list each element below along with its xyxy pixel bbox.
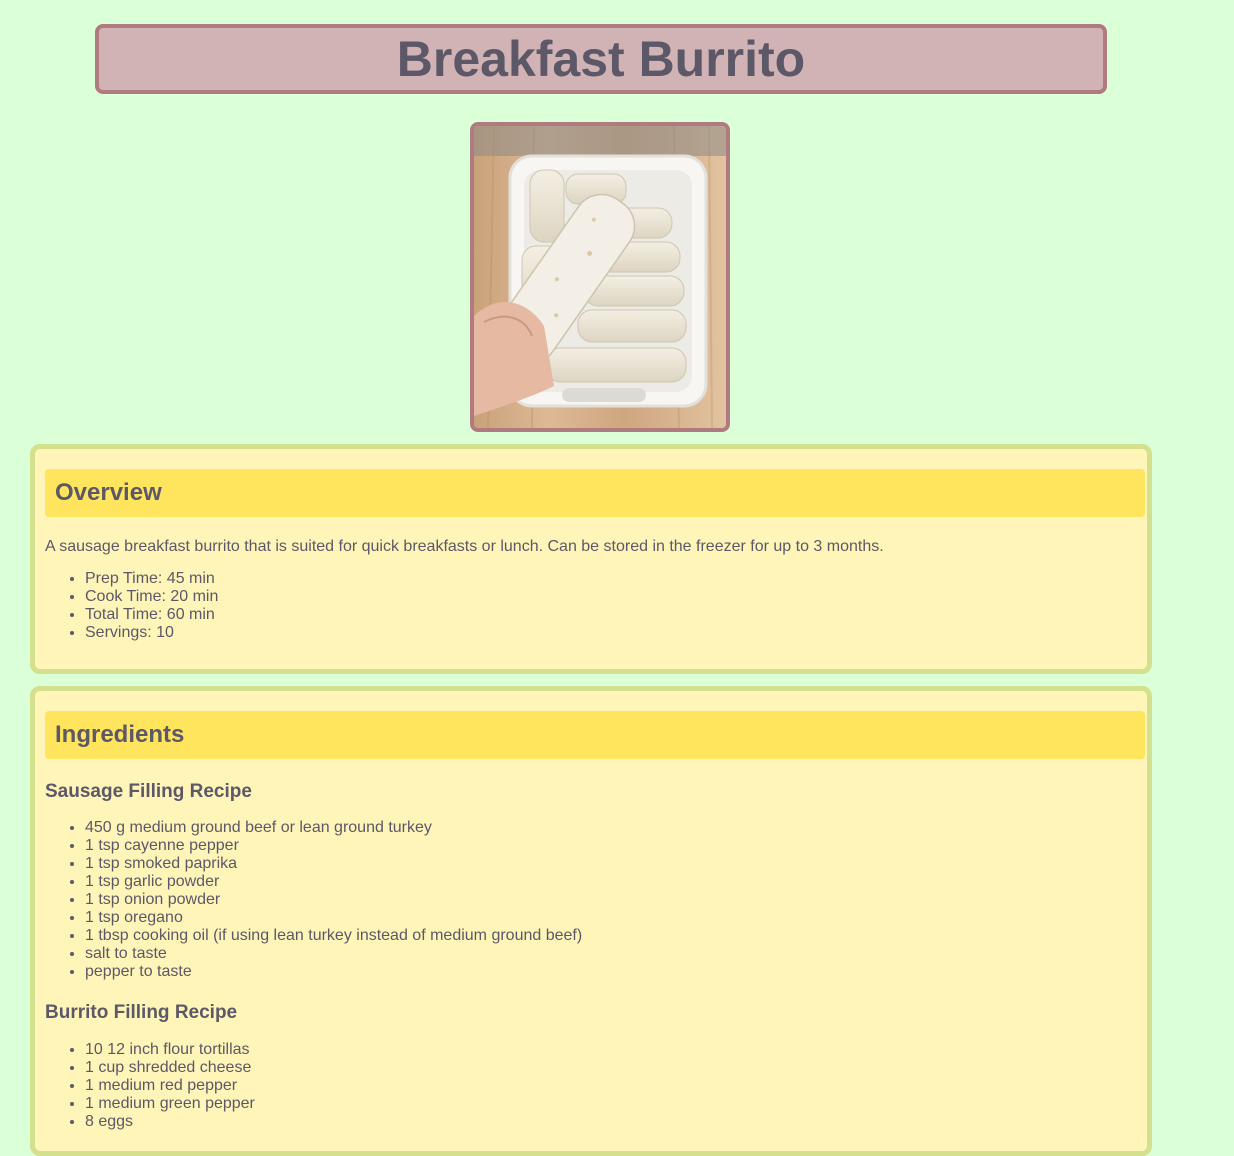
burrito-filling-title: Burrito Filling Recipe [45,1002,238,1023]
burrito-photo-image [474,126,726,428]
page-title-banner: Breakfast Burrito [95,24,1107,94]
sausage-ingredient-list: 450 g medium ground beef or lean ground … [85,819,582,981]
page-title: Breakfast Burrito [396,31,806,87]
ingredients-heading: Ingredients [55,721,185,748]
list-item: 1 tsp onion powder [85,891,582,909]
list-item: 10 12 inch flour tortillas [85,1041,255,1059]
list-item: salt to taste [85,945,582,963]
list-item: 1 medium green pepper [85,1095,255,1113]
stat-cook-time: Cook Time: 20 min [85,588,218,606]
stat-servings: Servings: 10 [85,624,218,642]
list-item: 1 tsp smoked paprika [85,855,582,873]
list-item: 450 g medium ground beef or lean ground … [85,819,582,837]
list-item: pepper to taste [85,963,582,981]
overview-stats-list: Prep Time: 45 min Cook Time: 20 min Tota… [85,570,218,642]
overview-heading: Overview [55,479,162,506]
list-item: 1 medium red pepper [85,1077,255,1095]
list-item: 8 eggs [85,1113,255,1131]
list-item: 1 cup shredded cheese [85,1059,255,1077]
list-item: 1 tsp oregano [85,909,582,927]
stat-total-time: Total Time: 60 min [85,606,218,624]
list-item: 1 tsp cayenne pepper [85,837,582,855]
overview-card: Overview A sausage breakfast burrito tha… [30,444,1152,674]
ingredients-header: Ingredients [45,711,1145,759]
list-item: 1 tbsp cooking oil (if using lean turkey… [85,927,582,945]
burrito-photo [470,122,730,432]
sausage-filling-title: Sausage Filling Recipe [45,781,252,802]
stat-prep-time: Prep Time: 45 min [85,570,218,588]
burrito-ingredient-list: 10 12 inch flour tortillas 1 cup shredde… [85,1041,255,1131]
list-item: 1 tsp garlic powder [85,873,582,891]
overview-header: Overview [45,469,1145,517]
ingredients-card: Ingredients Sausage Filling Recipe 450 g… [30,686,1152,1156]
overview-description: A sausage breakfast burrito that is suit… [45,538,884,555]
